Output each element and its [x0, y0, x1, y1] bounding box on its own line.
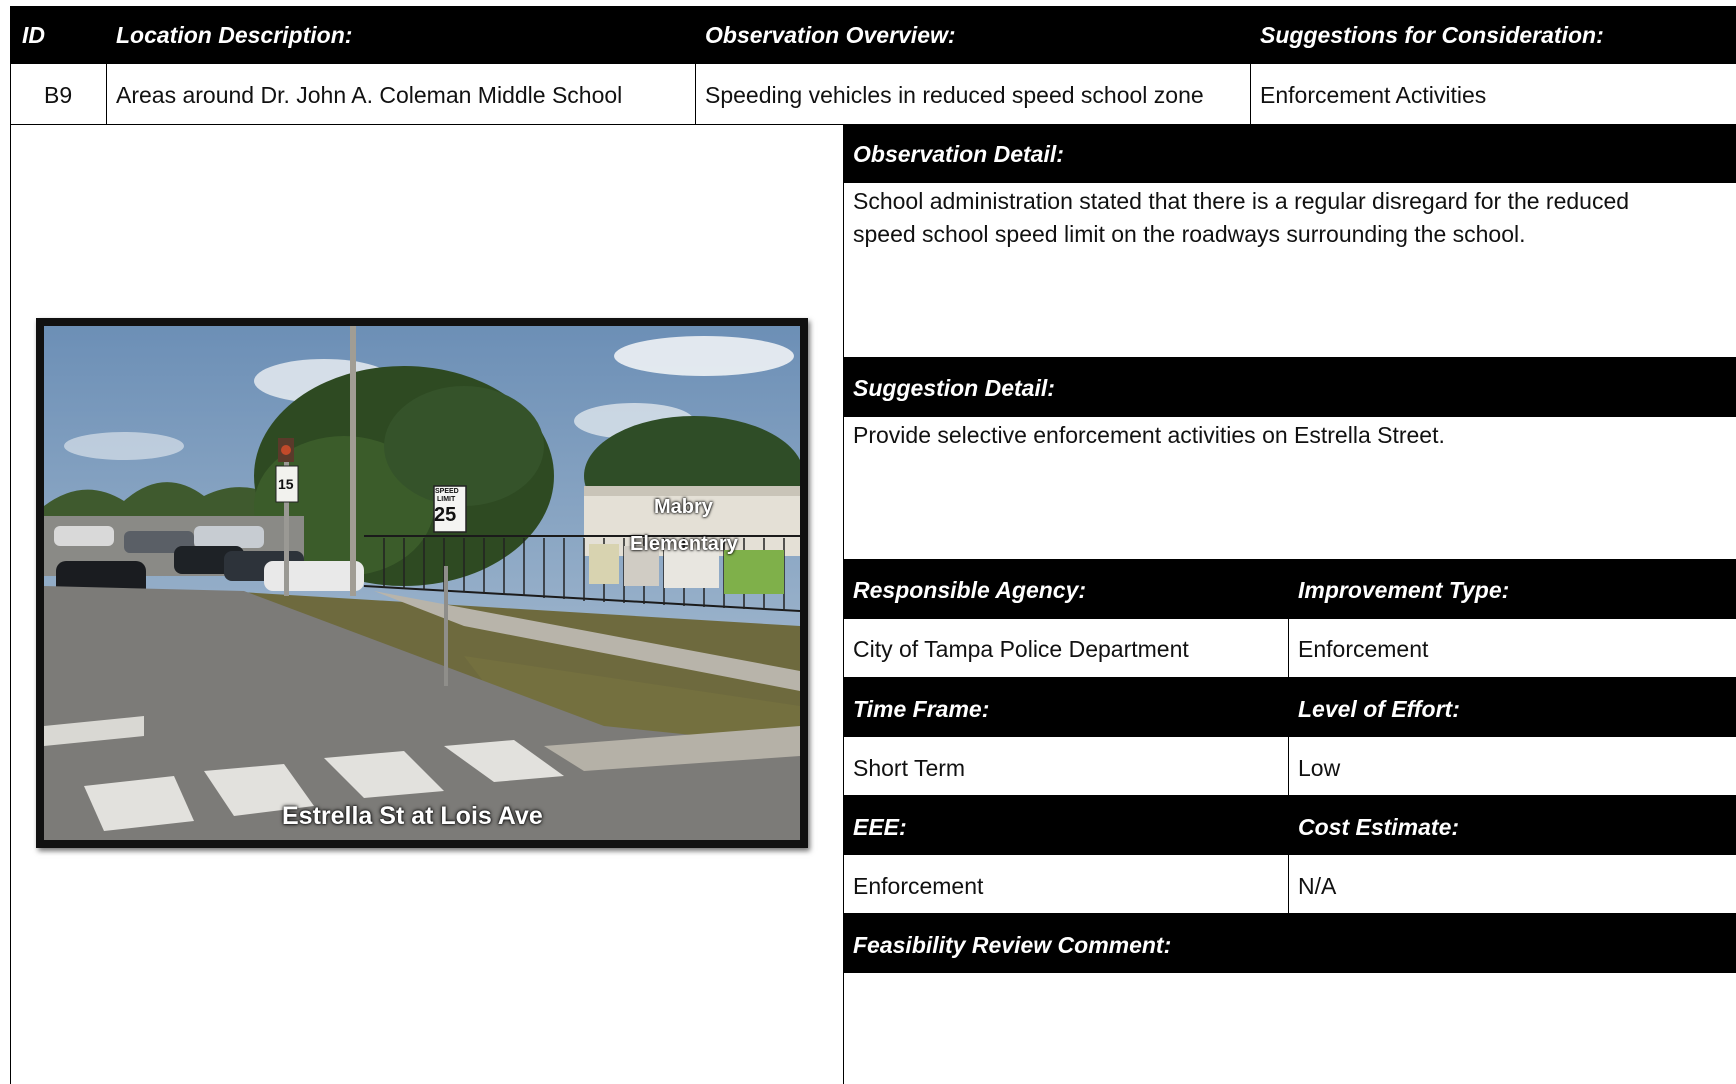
sign-25-line1: SPEED [435, 488, 459, 495]
row-suggestions: Enforcement Activities [1260, 82, 1487, 108]
sign-15-value: 15 [278, 476, 294, 492]
level-of-effort-value: Low [1298, 755, 1341, 781]
suggestion-detail-heading: Suggestion Detail: [853, 375, 1055, 401]
mabry-label-line2: Elementary [630, 533, 738, 555]
time-frame-value: Short Term [853, 755, 966, 781]
cost-estimate-label: Cost Estimate: [1298, 814, 1460, 840]
eee-label: EEE: [853, 814, 907, 840]
header-suggestions: Suggestions for Consideration: [1260, 22, 1604, 48]
time-frame-label: Time Frame: [853, 696, 990, 722]
sign-25-value: 25 [434, 504, 457, 526]
street-photo: SPEED LIMIT 25 15 Mabry Elementary Estre… [36, 318, 808, 848]
row-location: Areas around Dr. John A. Coleman Middle … [116, 82, 623, 108]
mabry-label-line1: Mabry [654, 496, 713, 518]
responsible-agency-label: Responsible Agency: [853, 577, 1087, 603]
level-of-effort-label: Level of Effort: [1298, 696, 1460, 722]
header-location: Location Description: [116, 22, 353, 48]
row-observation: Speeding vehicles in reduced speed schoo… [705, 82, 1204, 108]
improvement-type-value: Enforcement [1298, 636, 1429, 662]
observation-detail-line1: School administration stated that there … [853, 188, 1630, 214]
eee-value: Enforcement [853, 873, 984, 899]
photo-caption: Estrella St at Lois Ave [282, 802, 543, 830]
responsible-agency-value: City of Tampa Police Department [853, 636, 1189, 662]
observation-detail-heading: Observation Detail: [853, 141, 1064, 167]
header-id: ID [22, 22, 45, 48]
eee-header [844, 795, 1736, 855]
improvement-type-label: Improvement Type: [1298, 577, 1510, 603]
feasibility-label: Feasibility Review Comment: [853, 932, 1172, 958]
row-id: B9 [44, 82, 73, 108]
suggestion-detail-text: Provide selective enforcement activities… [853, 422, 1445, 448]
header-observation: Observation Overview: [705, 22, 956, 48]
observation-detail-line2: speed school speed limit on the roadways… [853, 221, 1526, 247]
cost-estimate-value: N/A [1298, 873, 1337, 899]
sign-25-line2: LIMIT [437, 496, 456, 503]
